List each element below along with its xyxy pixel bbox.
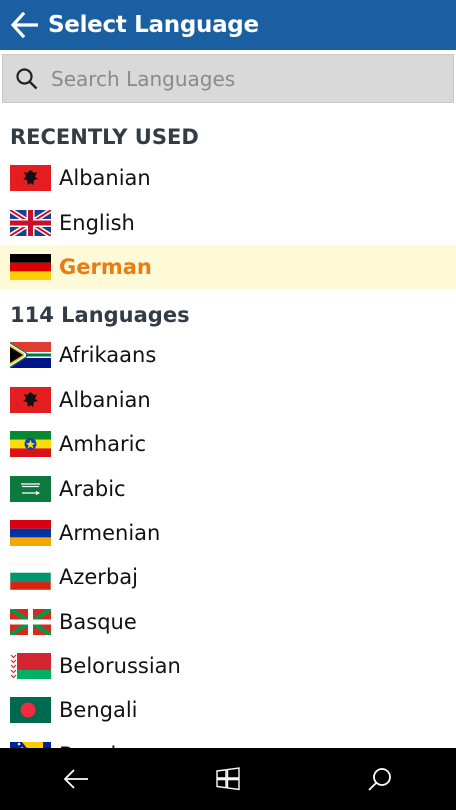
language-name: Amharic [59,432,147,457]
basque-flag-icon [10,608,51,635]
nav-start-button[interactable] [188,748,268,810]
language-item[interactable]: Afrikaans [0,333,456,377]
language-item[interactable]: Amharic [0,422,456,466]
back-icon [63,769,88,789]
language-item[interactable]: Azerbaj [0,555,456,599]
language-name: Afrikaans [59,343,157,368]
bangladesh-flag-icon [10,697,51,724]
language-name: Armenian [59,520,161,545]
language-name: Belorussian [59,654,181,679]
south-africa-flag-icon [10,342,51,369]
search-input[interactable] [51,58,441,99]
language-item[interactable]: German [0,244,456,290]
language-item[interactable]: English [0,200,456,244]
language-item[interactable]: Bosnian [0,733,456,748]
language-name: Azerbaj [59,565,138,590]
app-header: Select Language [0,0,456,50]
language-name: Albanian [59,166,151,191]
albania-flag-icon [10,386,51,413]
back-arrow-icon [10,12,38,38]
germany-flag-icon [10,253,51,280]
language-name: English [59,210,135,235]
language-item[interactable]: Albanian [0,156,456,200]
taskbar [0,748,456,810]
bulgaria-style-flag-icon [10,564,51,591]
windows-icon [216,767,240,791]
nav-back-button[interactable] [36,748,116,810]
language-name: Basque [59,609,137,634]
search-icon[interactable] [3,55,51,102]
ethiopia-flag-icon [10,431,51,458]
nav-search-button[interactable] [340,748,420,810]
back-button[interactable] [2,0,48,50]
language-name: German [59,254,152,279]
recent-list: Albanian English German [0,156,456,290]
language-item[interactable]: Bengali [0,688,456,732]
search-bar[interactable] [2,54,454,103]
language-item[interactable]: Arabic [0,466,456,510]
saudi-arabia-flag-icon [10,475,51,502]
all-languages-list: Afrikaans Albanian Amharic Arabic Armenian Az… [0,333,456,748]
language-list[interactable]: RECENTLY USED Albanian English German 114 … [0,104,456,748]
language-name: Bengali [59,698,138,723]
search-icon [368,768,391,791]
page-title: Select Language [48,12,259,38]
belarus-flag-icon [10,653,51,680]
language-name: Albanian [59,387,151,412]
uk-flag-icon [10,209,51,236]
language-item[interactable]: Belorussian [0,644,456,688]
language-item[interactable]: Basque [0,600,456,644]
language-name: Arabic [59,476,126,501]
armenia-flag-icon [10,519,51,546]
language-item[interactable]: Armenian [0,511,456,555]
language-item[interactable]: Albanian [0,378,456,422]
section-header-recent: RECENTLY USED [10,125,199,149]
albania-flag-icon [10,165,51,192]
section-header-all: 114 Languages [10,303,190,328]
